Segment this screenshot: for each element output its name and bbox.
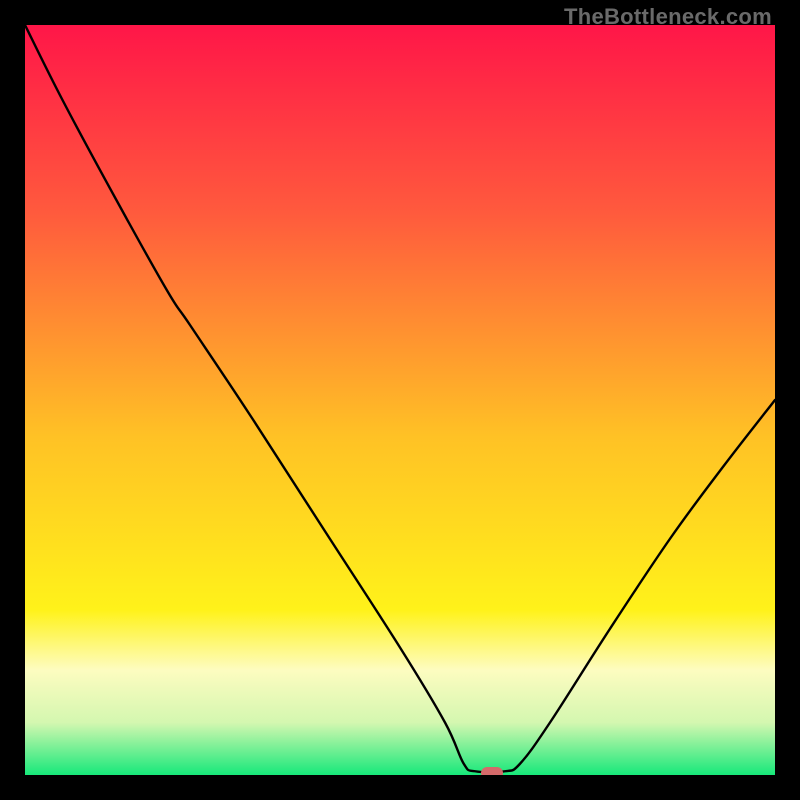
bottleneck-curve bbox=[25, 25, 775, 775]
plot-area bbox=[25, 25, 775, 775]
chart-frame: TheBottleneck.com bbox=[0, 0, 800, 800]
target-marker bbox=[481, 767, 503, 775]
